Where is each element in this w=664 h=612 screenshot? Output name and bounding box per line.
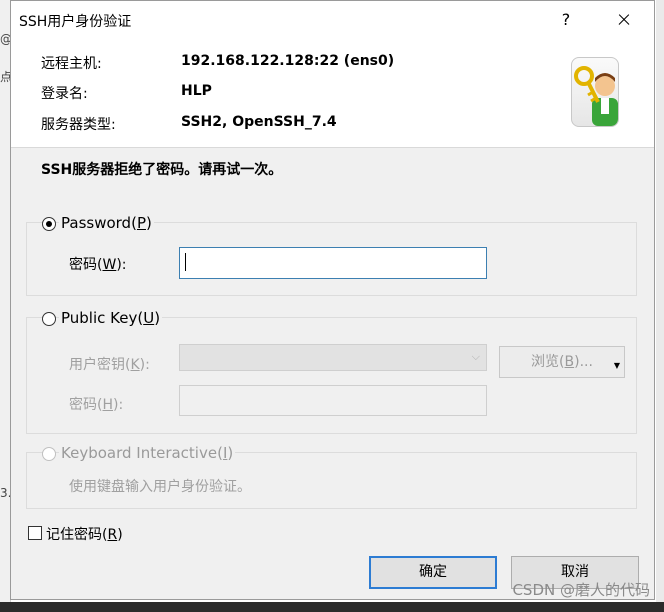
keyboard-interactive-description: 使用键盘输入用户身份验证。 bbox=[69, 479, 251, 495]
title-bar: SSH用户身份验证 ? bbox=[11, 1, 654, 39]
error-message: SSH服务器拒绝了密码。请再试一次。 bbox=[41, 162, 283, 178]
watermark-text: CSDN @磨人的代码 bbox=[512, 581, 650, 599]
password-group-title[interactable]: Password(P) bbox=[59, 214, 154, 232]
ok-button[interactable]: 确定 bbox=[369, 556, 497, 589]
text-caret bbox=[185, 253, 186, 271]
ssh-auth-dialog: SSH用户身份验证 ? 远程主机: 192.168.122.128:22 (en… bbox=[10, 0, 655, 600]
background-window-right bbox=[656, 0, 664, 612]
close-button[interactable] bbox=[609, 5, 639, 35]
remote-host-value: 192.168.122.128:22 (ens0) bbox=[181, 53, 395, 69]
server-type-value: SSH2, OpenSSH_7.4 bbox=[181, 114, 337, 130]
help-button[interactable]: ? bbox=[551, 5, 581, 35]
browse-button[interactable]: 浏览(B)... ▼ bbox=[499, 346, 625, 378]
password-field-label: 密码(W): bbox=[69, 257, 127, 273]
help-icon: ? bbox=[561, 10, 571, 29]
dropdown-arrow-icon: ▼ bbox=[613, 361, 620, 370]
password-field[interactable] bbox=[179, 247, 487, 279]
user-key-icon bbox=[571, 57, 619, 127]
password-radio[interactable] bbox=[42, 217, 56, 231]
server-type-label: 服务器类型: bbox=[41, 117, 116, 133]
passphrase-label: 密码(H): bbox=[69, 397, 124, 413]
connection-info-panel: 远程主机: 192.168.122.128:22 (ens0) 登录名: HLP… bbox=[11, 39, 654, 148]
remote-host-label: 远程主机: bbox=[41, 56, 102, 72]
login-name-value: HLP bbox=[181, 83, 212, 99]
user-key-select[interactable]: ⌵ bbox=[179, 344, 487, 371]
public-key-radio[interactable] bbox=[42, 312, 56, 326]
dialog-title: SSH用户身份验证 bbox=[19, 14, 132, 30]
chevron-down-icon: ⌵ bbox=[471, 350, 480, 363]
user-key-label: 用户密钥(K): bbox=[69, 357, 150, 373]
keyboard-interactive-group-title[interactable]: Keyboard Interactive(I) bbox=[59, 444, 236, 462]
remember-password-label[interactable]: 记住密码(R) bbox=[46, 524, 123, 544]
public-key-group-title[interactable]: Public Key(U) bbox=[59, 309, 163, 327]
keyboard-interactive-radio[interactable] bbox=[42, 447, 56, 461]
background-taskbar bbox=[0, 602, 664, 612]
login-name-label: 登录名: bbox=[41, 86, 88, 102]
remember-password-checkbox[interactable] bbox=[28, 526, 42, 540]
passphrase-field[interactable] bbox=[179, 385, 487, 416]
